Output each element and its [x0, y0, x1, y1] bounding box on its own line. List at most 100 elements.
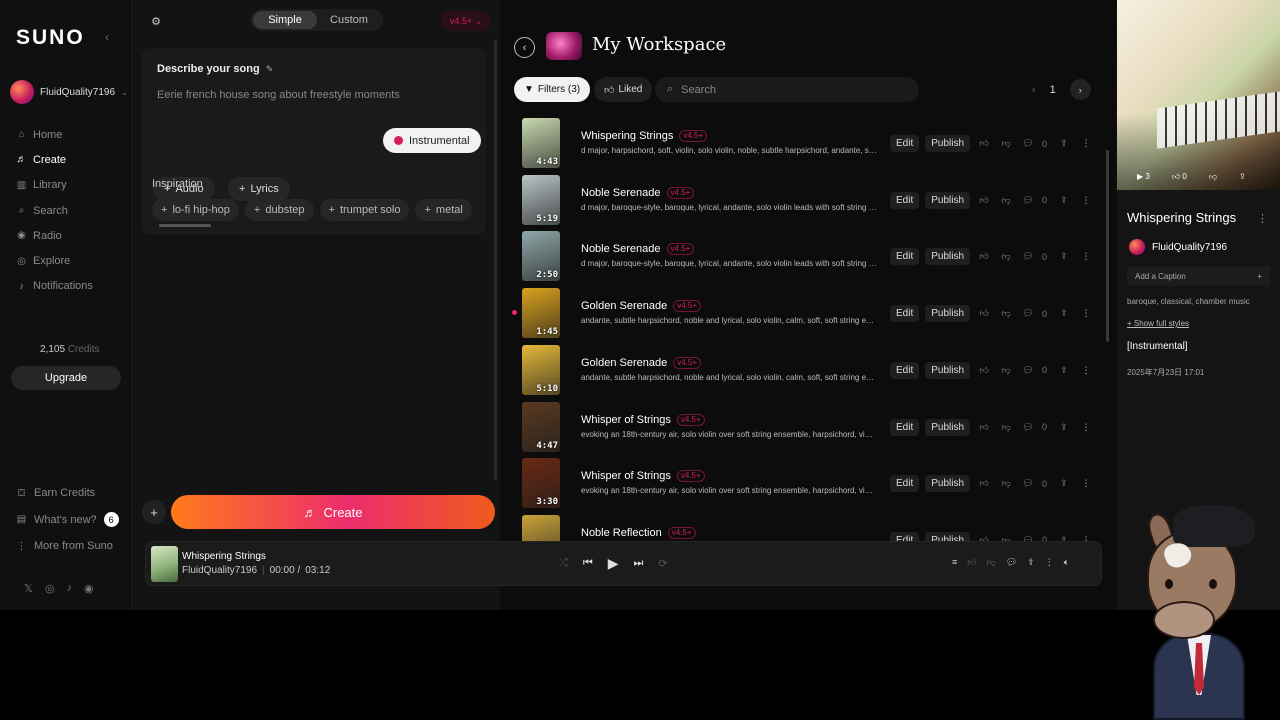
add-button[interactable]: + [142, 500, 166, 524]
play-icon[interactable]: ▶ [608, 555, 619, 572]
instrumental-toggle[interactable]: Instrumental [383, 128, 481, 153]
share-icon[interactable]: ⇪ [1056, 138, 1072, 149]
song-row[interactable]: 3:30 Whisper of Strings v4.5+ evoking an 18… [500, 455, 1106, 512]
edit-icon[interactable]: ✎ [266, 64, 274, 75]
liked-button[interactable]: 👍︎ Liked [594, 77, 653, 102]
search-input[interactable]: ⌕ Search [655, 77, 919, 102]
nav-library[interactable]: ▥ Library [16, 173, 93, 198]
comment-icon[interactable]: 💬︎ [1020, 251, 1036, 262]
comment-icon[interactable]: 💬︎ [1020, 365, 1036, 376]
thumbs-down-icon[interactable]: 👎︎ [998, 422, 1014, 433]
edit-button[interactable]: Edit [890, 418, 920, 436]
gear-icon[interactable]: ⚙ [148, 14, 164, 30]
mode-custom-button[interactable]: Custom [317, 11, 381, 29]
comment-icon[interactable]: 💬︎ [1020, 422, 1036, 433]
edit-button[interactable]: Edit [890, 475, 920, 493]
song-thumbnail[interactable]: 3:30 [522, 458, 560, 509]
edit-button[interactable]: Edit [890, 248, 920, 266]
nav-search[interactable]: ⌕ Search [16, 198, 93, 223]
nav-create[interactable]: ♬ Create [16, 147, 93, 172]
instagram-icon[interactable]: ◎ [45, 582, 55, 595]
more-options-icon[interactable]: ⋮ [1078, 365, 1094, 376]
back-button[interactable]: ‹ [514, 37, 535, 58]
more-options-icon[interactable]: ⋮ [1078, 195, 1094, 206]
thumbs-up-icon[interactable]: 👍︎ [976, 251, 992, 262]
collapse-sidebar-icon[interactable]: ‹ [105, 30, 109, 44]
like-count[interactable]: 👍︎ 0 [1172, 172, 1187, 182]
now-playing-cover[interactable] [151, 546, 178, 582]
song-row[interactable]: 5:10 Golden Serenade v4.5+ andante, subtle … [500, 342, 1106, 399]
song-row[interactable]: 4:43 Whispering Strings v4.5+ d major, harp… [500, 115, 1106, 172]
nav-notifications[interactable]: ♪ Notifications [16, 274, 93, 299]
thumbs-up-icon[interactable]: 👍︎ [976, 138, 992, 149]
song-title[interactable]: Golden Serenade v4.5+ [581, 356, 702, 369]
thumbs-up-icon[interactable]: 👍︎ [976, 195, 992, 206]
add-lyrics-button[interactable]: + Lyrics [228, 177, 290, 201]
nav-explore[interactable]: ◎ Explore [16, 248, 93, 273]
mode-simple-button[interactable]: Simple [253, 11, 317, 29]
inspiration-chip[interactable]: + trumpet solo [319, 199, 410, 221]
next-icon[interactable]: ⏭ [634, 557, 644, 570]
song-thumbnail[interactable]: 4:43 [522, 118, 560, 168]
share-icon[interactable]: ⇪ [1056, 308, 1072, 319]
publish-button[interactable]: Publish [925, 191, 971, 209]
filters-button[interactable]: ▼ Filters (3) [514, 77, 591, 102]
song-row[interactable]: 2:50 Noble Serenade v4.5+ d major, baroque-… [500, 228, 1106, 285]
thumbs-down-icon[interactable]: 👎︎ [998, 195, 1014, 206]
detail-artist[interactable]: FluidQuality7196 [1129, 239, 1227, 255]
create-button[interactable]: ♬ Create [171, 495, 495, 529]
show-full-styles-link[interactable]: + Show full styles [1127, 319, 1189, 328]
edit-button[interactable]: Edit [890, 361, 920, 379]
next-page-button[interactable]: › [1069, 79, 1091, 100]
more-options-icon[interactable]: ⋮ [1078, 251, 1094, 262]
upgrade-button[interactable]: Upgrade [11, 366, 121, 390]
more-options-icon[interactable]: ⋮ [1257, 212, 1268, 225]
prev-page-icon[interactable]: ‹ [1032, 84, 1036, 96]
thumbs-down-icon[interactable]: 👎︎ [998, 138, 1014, 149]
nav-radio[interactable]: ◉ Radio [16, 223, 93, 248]
queue-icon[interactable]: ≡ [952, 557, 957, 568]
repeat-icon[interactable]: ⟳ [658, 557, 667, 570]
edit-button[interactable]: Edit [890, 191, 920, 209]
publish-button[interactable]: Publish [925, 361, 971, 379]
user-profile[interactable]: FluidQuality7196 ⌄ [10, 80, 128, 104]
song-title[interactable]: Whisper of Strings v4.5+ [581, 413, 705, 426]
play-count[interactable]: ▶ 3 [1137, 172, 1150, 182]
share-icon[interactable]: ⇪ [1239, 172, 1246, 182]
song-row[interactable]: 4:47 Whisper of Strings v4.5+ evoking an 18… [500, 399, 1106, 456]
comment-icon[interactable]: 💬︎ [1020, 138, 1036, 149]
previous-icon[interactable]: ⏮ [583, 557, 593, 570]
share-icon[interactable]: ⇪ [1056, 365, 1072, 376]
song-title[interactable]: Golden Serenade v4.5+ [581, 300, 702, 313]
add-caption-button[interactable]: Add a Caption + [1127, 266, 1270, 286]
comment-icon[interactable]: 💬︎ [1020, 478, 1036, 489]
thumbs-up-icon[interactable]: 👍︎ [976, 365, 992, 376]
thumbs-down-icon[interactable]: 👎︎ [998, 308, 1014, 319]
share-icon[interactable]: ⇪ [1056, 195, 1072, 206]
comment-icon[interactable]: 💬︎ [1020, 195, 1036, 206]
tiktok-icon[interactable]: ♪ [66, 582, 72, 595]
model-version-select[interactable]: v4.5+ ⌄ [441, 11, 491, 31]
more-options-icon[interactable]: ⋮ [1078, 138, 1094, 149]
song-row[interactable]: 5:19 Noble Serenade v4.5+ d major, baroque-… [500, 172, 1106, 229]
share-icon[interactable]: ⇪ [1056, 422, 1072, 433]
inspiration-chip[interactable]: + lo-fi hip-hop [152, 199, 239, 221]
publish-button[interactable]: Publish [925, 418, 971, 436]
song-thumbnail[interactable]: 5:19 [522, 174, 560, 225]
thumbs-down-icon[interactable]: 👎︎ [998, 251, 1014, 262]
song-title[interactable]: Whispering Strings v4.5+ [581, 130, 708, 142]
song-thumbnail[interactable]: 5:10 [522, 344, 560, 395]
song-title[interactable]: Noble Serenade v4.5+ [581, 243, 695, 256]
more-options-icon[interactable]: ⋮ [1078, 422, 1094, 433]
whats-new-link[interactable]: ▤ What's new? 6 [16, 507, 119, 534]
suno-logo[interactable]: SUNO [16, 26, 85, 50]
inspiration-scrollbar[interactable] [159, 224, 211, 227]
publish-button[interactable]: Publish [925, 475, 971, 493]
publish-button[interactable]: Publish [925, 135, 971, 152]
dislike-icon[interactable]: 👎︎ [1209, 172, 1217, 182]
inspiration-chip[interactable]: + metal [415, 199, 472, 221]
now-playing-artist[interactable]: FluidQuality7196 [182, 565, 257, 576]
more-options-icon[interactable]: ⋮ [1078, 478, 1094, 489]
song-thumbnail[interactable]: 1:45 [522, 288, 560, 339]
song-title[interactable]: Noble Serenade v4.5+ [581, 186, 695, 199]
